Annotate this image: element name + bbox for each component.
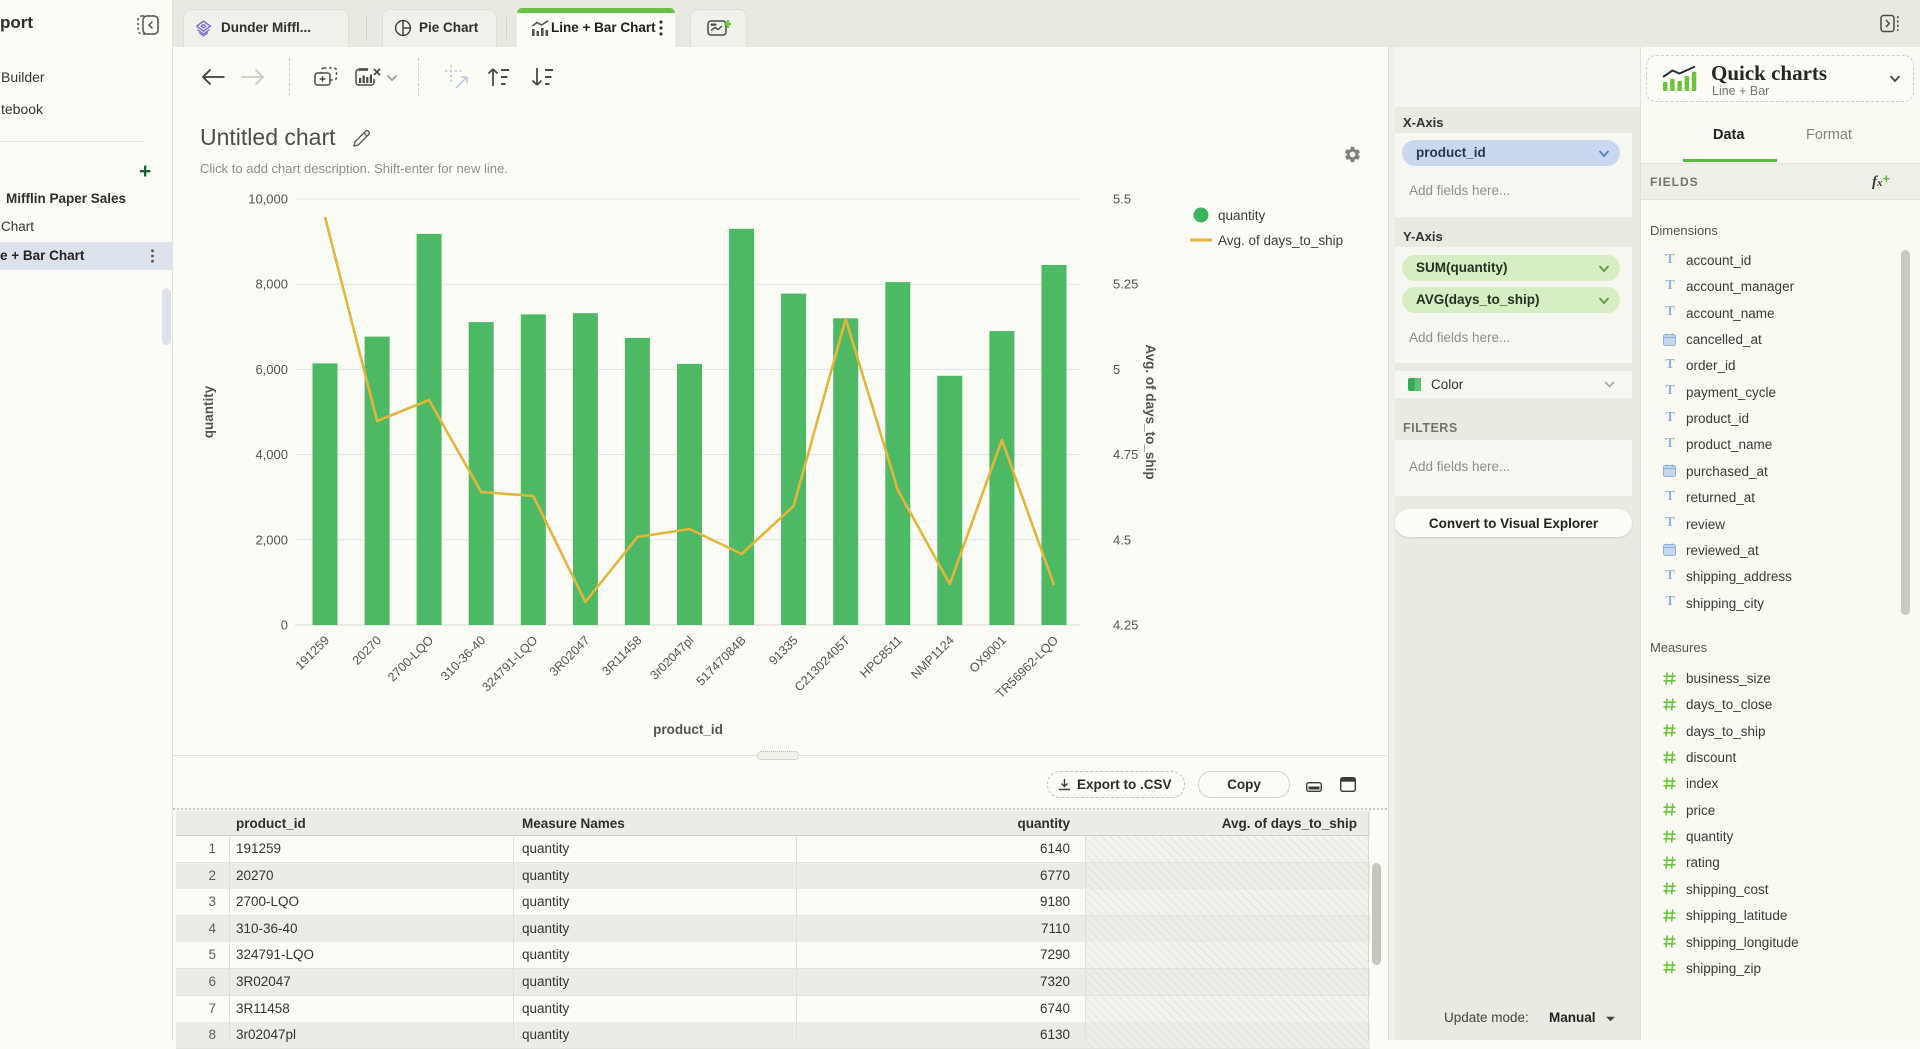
svg-text:191259: 191259	[293, 633, 332, 672]
svg-text:C21302405T: C21302405T	[792, 633, 853, 694]
svg-text:2,000: 2,000	[255, 532, 288, 547]
svg-text:5: 5	[1113, 362, 1120, 377]
svg-text:20270: 20270	[350, 633, 385, 668]
svg-text:HPC8511: HPC8511	[857, 633, 905, 681]
svg-text:product_id: product_id	[653, 722, 723, 737]
svg-text:5.5: 5.5	[1113, 192, 1131, 207]
svg-text:51747084B: 51747084B	[694, 633, 749, 688]
svg-text:quantity: quantity	[1218, 208, 1266, 223]
svg-text:3r02047pl: 3r02047pl	[647, 633, 696, 682]
svg-text:5.25: 5.25	[1113, 277, 1138, 292]
svg-text:3R02047: 3R02047	[547, 633, 593, 679]
svg-text:2700-LQO: 2700-LQO	[385, 633, 436, 684]
svg-text:quantity: quantity	[201, 385, 216, 438]
svg-text:6,000: 6,000	[255, 362, 288, 377]
svg-text:324791-LQO: 324791-LQO	[479, 633, 540, 694]
svg-text:91335: 91335	[766, 633, 801, 668]
svg-text:NMP1124: NMP1124	[908, 633, 957, 682]
svg-text:Avg. of days_to_ship: Avg. of days_to_ship	[1218, 233, 1343, 248]
svg-text:4.25: 4.25	[1113, 618, 1138, 633]
svg-text:8,000: 8,000	[255, 277, 288, 292]
svg-text:4.5: 4.5	[1113, 532, 1131, 547]
svg-text:10,000: 10,000	[248, 192, 288, 207]
svg-text:OX9001: OX9001	[967, 633, 1009, 675]
svg-text:310-36-40: 310-36-40	[438, 633, 488, 683]
svg-text:Avg. of days_to_ship: Avg. of days_to_ship	[1143, 344, 1158, 479]
svg-text:4,000: 4,000	[255, 447, 288, 462]
svg-text:4.75: 4.75	[1113, 447, 1138, 462]
svg-text:3R11458: 3R11458	[599, 633, 644, 678]
svg-text:0: 0	[281, 618, 288, 633]
